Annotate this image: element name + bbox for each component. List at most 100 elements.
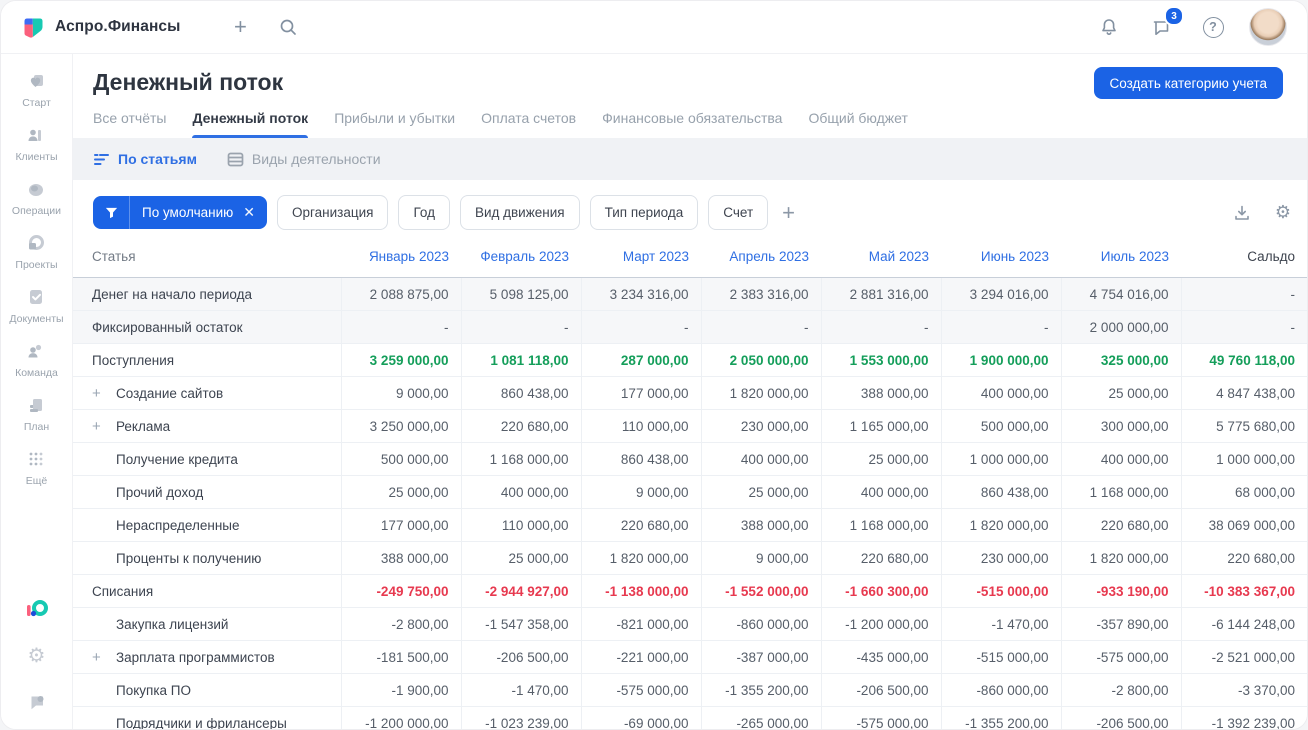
table-row[interactable]: + Зарплата программистов -181 500,00 -206 5…	[73, 640, 1307, 674]
sidebar-item-plan[interactable]: План	[9, 394, 63, 433]
row-label: + Реклама	[73, 409, 341, 443]
subtab-0[interactable]: По статьям	[93, 151, 197, 167]
table-row[interactable]: Денег на начало периода 2 088 875,00 5 098…	[73, 277, 1307, 311]
cell-value: 1 820 000,00	[1060, 541, 1181, 575]
table-row[interactable]: Покупка ПО -1 900,00 -1 470,00 -575 000,00-…	[73, 673, 1307, 707]
column-header-month[interactable]: Май 2023	[821, 241, 941, 278]
tab-5[interactable]: Общий бюджет	[808, 110, 907, 138]
column-header-month[interactable]: Февраль 2023	[461, 241, 581, 278]
sidebar-item-operations[interactable]: Операции	[9, 178, 63, 217]
row-label: Покупка ПО	[73, 673, 341, 707]
sidebar-item-team[interactable]: Команда	[9, 340, 63, 379]
tab-4[interactable]: Финансовые обязательства	[602, 110, 782, 138]
cell-value: 4 754 016,00	[1060, 277, 1181, 311]
sidebar-item-label: Операции	[11, 205, 62, 217]
screen: Аспро.Финансы + 3 ? Старт Клиенты Операц…	[0, 0, 1308, 730]
sidebar-item-more[interactable]: Ещё	[9, 448, 63, 487]
filter-chip-2[interactable]: Вид движения	[459, 195, 580, 230]
notifications-bell-icon[interactable]	[1095, 13, 1123, 41]
table-row[interactable]: + Реклама 3 250 000,00 220 680,00 110 000,00…	[73, 409, 1307, 443]
remove-filter-icon[interactable]: ✕	[241, 204, 267, 221]
add-icon[interactable]: +	[226, 13, 254, 41]
search-icon[interactable]	[274, 13, 302, 41]
cell-value: -	[580, 310, 701, 344]
messages-chat-icon[interactable]: 3	[1147, 6, 1184, 41]
cell-value: 220 680,00	[1180, 541, 1307, 575]
subtab-1[interactable]: Виды деятельности	[227, 151, 381, 167]
table-row[interactable]: Прочий доход 25 000,00 400 000,00 9 000,00 2…	[73, 475, 1307, 509]
expand-plus-icon[interactable]: +	[92, 418, 116, 435]
filter-chip-0[interactable]: Организация	[277, 195, 389, 230]
cell-value: 230 000,00	[700, 409, 821, 443]
add-filter-icon[interactable]: +	[782, 201, 795, 224]
cell-value: 220 680,00	[1060, 508, 1181, 542]
active-filter-label: По умолчанию	[142, 205, 234, 220]
filter-chip-1[interactable]: Год	[398, 195, 450, 230]
expand-plus-icon[interactable]: +	[92, 385, 116, 402]
cell-value: 68 000,00	[1180, 475, 1307, 509]
sidebar-item-label: Команда	[15, 367, 58, 379]
cell-value: 25 000,00	[340, 475, 461, 509]
app-logo[interactable]: Аспро.Финансы	[21, 15, 180, 40]
cell-value: -860 000,00	[940, 673, 1061, 707]
cell-value: -3 370,00	[1180, 673, 1307, 707]
sidebar-item-documents[interactable]: Документы	[9, 286, 64, 325]
table-wrap: Статья Январь 2023 Февраль 2023 Март 2023 Ап…	[73, 241, 1307, 729]
filter-chip-4[interactable]: Счет	[708, 195, 769, 230]
cell-value: -1 392 239,00	[1180, 706, 1307, 729]
table-row[interactable]: Фиксированный остаток - - - - - -2 000 000,00-	[73, 310, 1307, 344]
tab-3[interactable]: Оплата счетов	[481, 110, 576, 138]
cell-value: -1 138 000,00	[580, 574, 701, 608]
table-row[interactable]: Нераспределенные 177 000,00 110 000,00 220 …	[73, 508, 1307, 542]
cell-value: 1 168 000,00	[820, 508, 941, 542]
cell-value: 9 000,00	[340, 376, 461, 410]
tab-1[interactable]: Денежный поток	[192, 110, 308, 138]
cell-value: -515 000,00	[940, 640, 1061, 674]
filter-chip-3[interactable]: Тип периода	[589, 195, 699, 230]
table-row[interactable]: Поступления 3 259 000,00 1 081 118,00 287 0…	[73, 343, 1307, 377]
help-icon[interactable]	[1199, 13, 1227, 41]
documents-icon	[25, 286, 47, 308]
column-header-month[interactable]: Июль 2023	[1061, 241, 1181, 278]
cell-value: -10 383 367,00	[1180, 574, 1307, 608]
chat-icon[interactable]	[26, 691, 48, 713]
sidebar-item-clients[interactable]: Клиенты	[9, 124, 63, 163]
table-row[interactable]: Получение кредита 500 000,00 1 168 000,00 8…	[73, 442, 1307, 476]
table-row[interactable]: Списания -249 750,00 -2 944 927,00 -1 138 0…	[73, 574, 1307, 608]
cell-value: -357 890,00	[1060, 607, 1181, 641]
user-avatar[interactable]	[1249, 8, 1287, 46]
cell-value: 2 383 316,00	[700, 277, 821, 311]
cell-value: -515 000,00	[940, 574, 1061, 608]
cell-value: -	[1180, 310, 1307, 344]
table-row[interactable]: Закупка лицензий -2 800,00 -1 547 358,00 -8…	[73, 607, 1307, 641]
row-label: Проценты к получению	[73, 541, 341, 575]
tab-0[interactable]: Все отчёты	[93, 110, 166, 138]
column-header-month[interactable]: Март 2023	[581, 241, 701, 278]
cell-value: 5 098 125,00	[460, 277, 581, 311]
sidebar-item-projects[interactable]: Проекты	[9, 232, 63, 271]
tab-2[interactable]: Прибыли и убытки	[334, 110, 455, 138]
column-header-saldo: Сальдо	[1181, 241, 1307, 278]
cell-value: 9 000,00	[580, 475, 701, 509]
column-header-month[interactable]: Апрель 2023	[701, 241, 821, 278]
cell-value: -860 000,00	[700, 607, 821, 641]
settings-icon[interactable]: ⚙	[28, 645, 46, 667]
table-settings-gear-icon[interactable]: ⚙	[1275, 202, 1291, 223]
sidebar-item-start[interactable]: Старт	[9, 70, 63, 109]
table-row[interactable]: Подрядчики и фрилансеры -1 200 000,00 -1 0…	[73, 706, 1307, 729]
brand-icon[interactable]	[24, 599, 50, 621]
download-icon[interactable]	[1233, 204, 1251, 222]
create-category-button[interactable]: Создать категорию учета	[1093, 67, 1283, 99]
stacked-rows-icon	[227, 152, 244, 167]
clients-icon	[25, 124, 47, 146]
active-filter-chip[interactable]: По умолчанию ✕	[93, 196, 268, 229]
subtab-label: Виды деятельности	[251, 151, 381, 167]
cell-value: 1 000 000,00	[940, 442, 1061, 476]
app-name: Аспро.Финансы	[55, 18, 181, 35]
column-header-month[interactable]: Январь 2023	[341, 241, 461, 278]
expand-plus-icon[interactable]: +	[92, 649, 116, 666]
table-row[interactable]: Проценты к получению 388 000,00 25 000,00 1…	[73, 541, 1307, 575]
column-header-month[interactable]: Июнь 2023	[941, 241, 1061, 278]
table-row[interactable]: + Создание сайтов 9 000,00 860 438,00 177 00…	[73, 376, 1307, 410]
cell-value: 400 000,00	[1060, 442, 1181, 476]
